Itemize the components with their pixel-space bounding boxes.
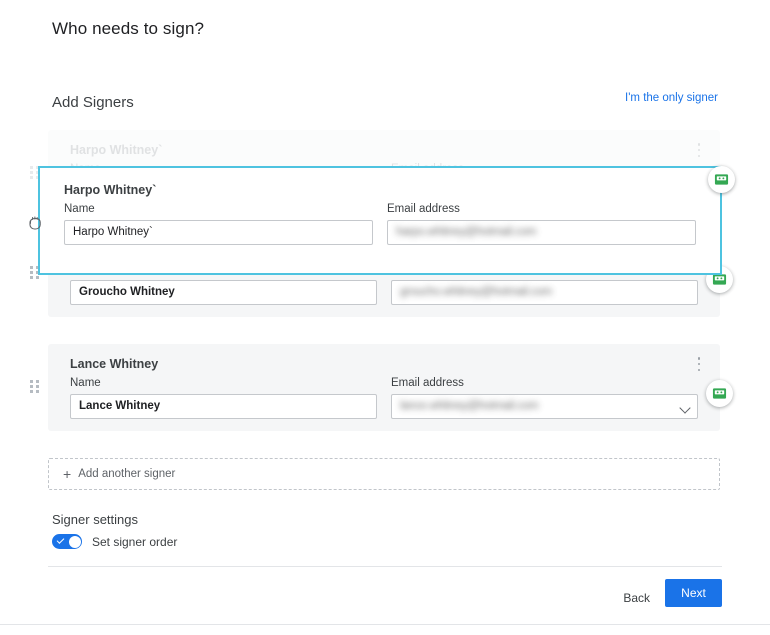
plus-icon: + — [63, 467, 71, 481]
drag-handle-icon[interactable] — [30, 380, 39, 394]
email-label: Email address — [387, 202, 696, 217]
dragging-signer-card[interactable]: Harpo Whitney` Name Harpo Whitney` Email… — [38, 166, 722, 275]
check-icon — [57, 536, 65, 544]
back-button[interactable]: Back — [615, 585, 658, 611]
im-the-only-signer-link[interactable]: I'm the only signer — [625, 92, 718, 104]
next-button[interactable]: Next — [665, 579, 722, 607]
signer-title: Lance Whitney — [70, 356, 698, 372]
name-input[interactable]: Groucho Whitney — [70, 280, 377, 305]
grabbing-cursor-icon — [26, 213, 44, 233]
add-another-signer-label: Add another signer — [78, 468, 175, 480]
email-field-group: Email address lance.whitney@hotmail.com — [391, 376, 698, 419]
name-input[interactable]: Lance Whitney — [70, 394, 377, 419]
email-value-redacted: lance.whitney@hotmail.com — [400, 395, 538, 418]
email-value-redacted: groucho.whitney@hotmail.com — [400, 281, 552, 304]
set-signer-order-toggle[interactable] — [52, 534, 82, 549]
email-input[interactable]: groucho.whitney@hotmail.com — [391, 280, 698, 305]
signer-card[interactable]: Lance Whitney Name Lance Whitney Email a… — [48, 344, 720, 431]
name-label: Name — [64, 202, 373, 217]
email-value-redacted: harpo.whitney@hotmail.com — [396, 221, 536, 244]
signer-title: Harpo Whitney` — [70, 142, 698, 158]
signer-settings-heading: Signer settings — [52, 512, 138, 527]
add-another-signer-button[interactable]: + Add another signer — [48, 458, 720, 490]
email-input[interactable]: lance.whitney@hotmail.com — [391, 394, 698, 419]
name-input[interactable]: Harpo Whitney` — [64, 220, 373, 245]
toggle-knob — [69, 536, 81, 548]
email-input[interactable]: harpo.whitney@hotmail.com — [387, 220, 696, 245]
more-options-icon[interactable] — [692, 141, 706, 159]
footer-divider — [48, 566, 722, 567]
more-options-icon[interactable] — [692, 355, 706, 373]
email-field-group: Email address harpo.whitney@hotmail.com — [387, 202, 696, 245]
signature-badge-icon[interactable] — [706, 380, 733, 407]
name-field-group: Name Harpo Whitney` — [64, 202, 373, 245]
chevron-down-icon[interactable] — [679, 402, 690, 413]
email-label: Email address — [391, 376, 698, 391]
name-field-group: Name Lance Whitney — [70, 376, 377, 419]
signature-badge-icon[interactable] — [708, 166, 735, 193]
set-signer-order-label: Set signer order — [92, 535, 177, 549]
set-signer-order-row[interactable]: Set signer order — [52, 534, 177, 549]
section-heading: Add Signers — [52, 94, 134, 111]
signer-title: Harpo Whitney` — [64, 182, 696, 198]
bottom-rule — [0, 624, 770, 625]
page-title: Who needs to sign? — [52, 19, 204, 39]
name-label: Name — [70, 376, 377, 391]
